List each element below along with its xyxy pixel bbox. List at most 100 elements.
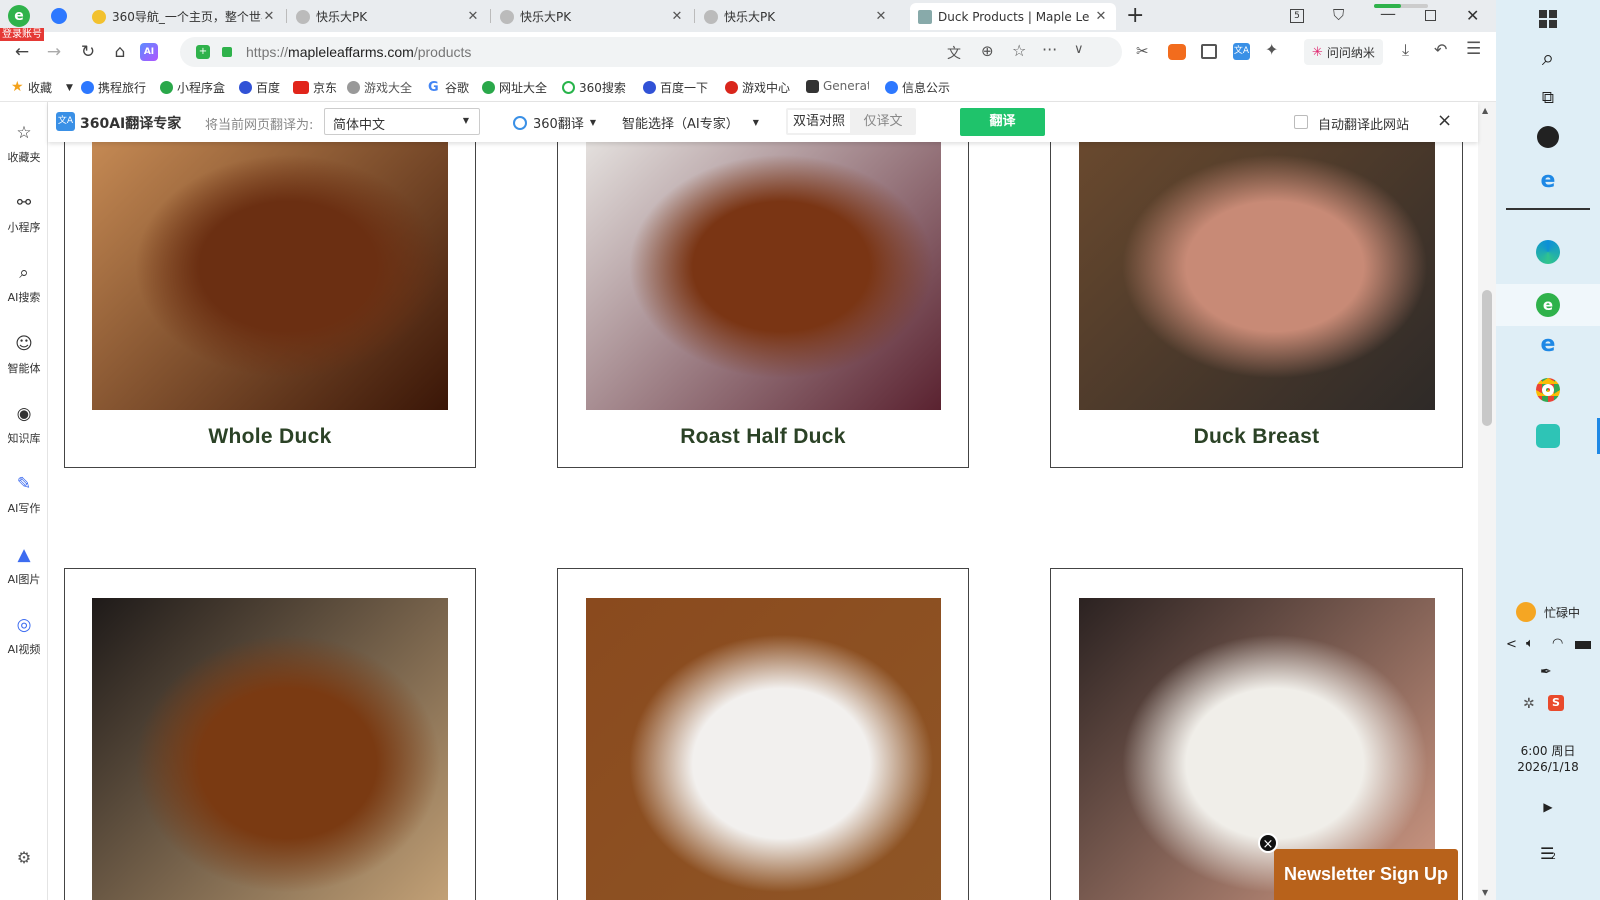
reader-icon[interactable] (1201, 44, 1217, 59)
tab-close-icon[interactable]: ✕ (670, 9, 684, 24)
vertical-scrollbar[interactable]: ▲ ▼ (1478, 102, 1496, 900)
clock-date[interactable]: 2026/1/18 (1496, 760, 1600, 774)
status-indicator[interactable]: 忙碌中 (1496, 602, 1600, 622)
ie-icon[interactable]: e (1496, 168, 1600, 193)
sidebar-item-ai-video[interactable]: ◎ AI视频 (0, 615, 48, 657)
bookmark-item[interactable]: 百度一下 (643, 79, 708, 96)
tab-close-icon[interactable]: ✕ (874, 9, 888, 24)
newsletter-signup-button[interactable]: Newsletter Sign Up (1274, 849, 1458, 900)
bookmark-item[interactable]: 百度 (239, 79, 280, 96)
login-badge[interactable]: 登录账号 (0, 28, 44, 41)
notification-icon[interactable]: ☰ 2 (1496, 844, 1600, 863)
game-icon[interactable] (1168, 44, 1186, 60)
menu-icon[interactable]: ☰ (1466, 39, 1481, 59)
sidebar-item-miniapp[interactable]: ⚯ 小程序 (0, 193, 48, 235)
ie-icon[interactable]: e (1496, 332, 1600, 357)
chevron-down-icon[interactable]: ∨ (1074, 42, 1084, 57)
lock-icon[interactable] (222, 47, 232, 57)
auto-translate-checkbox[interactable] (1294, 115, 1308, 129)
scroll-up-arrow-icon[interactable]: ▲ (1482, 106, 1488, 115)
scroll-down-arrow-icon[interactable]: ▼ (1482, 888, 1488, 897)
newsletter-close-icon[interactable]: × (1258, 833, 1278, 853)
engine-select[interactable]: 360翻译 ▼ (513, 113, 596, 132)
volume-icon[interactable]: 🔈︎ (1526, 636, 1534, 651)
app-icon[interactable] (1496, 424, 1600, 448)
sidebar-item-ai-image[interactable]: ▲ AI图片 (0, 545, 48, 587)
tab-close-icon[interactable]: ✕ (1094, 9, 1108, 24)
tab-number-icon[interactable]: 5 (1290, 9, 1304, 23)
browser-logo-icon[interactable]: e (8, 5, 30, 27)
bookmark-star-icon[interactable]: ☆ (1012, 41, 1026, 60)
browser-360-icon[interactable]: e (1496, 284, 1600, 326)
pen-icon[interactable]: ✒ (1540, 664, 1552, 680)
bookmark-item[interactable]: 小程序盒 (160, 79, 225, 96)
undo-icon[interactable]: ↶ (1434, 40, 1447, 59)
shield-icon[interactable]: + (196, 45, 210, 59)
tab-kuaile-1[interactable]: 快乐大PK ✕ (288, 3, 488, 30)
tab-kuaile-2[interactable]: 快乐大PK ✕ (492, 3, 692, 30)
new-tab-button[interactable]: + (1126, 3, 1144, 28)
home-button[interactable]: ⌂ (108, 40, 132, 64)
translate-ext-icon[interactable]: 文A (1233, 43, 1250, 60)
tab-close-icon[interactable]: ✕ (466, 9, 480, 24)
chrome-icon[interactable] (1496, 378, 1600, 402)
bookmark-item[interactable]: 游戏中心 (725, 79, 790, 96)
product-card[interactable] (557, 568, 969, 900)
forward-button[interactable]: → (42, 40, 66, 64)
bookmark-item[interactable]: 游戏大全 (347, 79, 412, 96)
bilingual-option[interactable]: 双语对照 (788, 110, 850, 133)
gear-icon[interactable]: ⚙ (0, 848, 48, 867)
close-window-button[interactable]: ✕ (1466, 6, 1479, 25)
tray-s-icon[interactable]: S (1548, 695, 1564, 711)
tab-360-nav[interactable]: 360导航_一个主页，整个世界 ✕ (84, 3, 284, 30)
shirt-icon[interactable]: ⛉ (1333, 6, 1344, 24)
restore-button[interactable] (1425, 10, 1436, 21)
play-icon[interactable]: ▶ (1496, 800, 1600, 814)
clock-time[interactable]: 6:00 周日 (1496, 742, 1600, 759)
close-icon[interactable]: × (1437, 110, 1452, 131)
start-button[interactable] (1496, 10, 1600, 28)
more-icon[interactable]: ··· (1042, 40, 1057, 59)
tab-duck-products[interactable]: Duck Products | Maple Le ✕ (910, 3, 1116, 30)
mode-select[interactable]: 智能选择（AI专家） ▼ (622, 113, 759, 132)
translate-page-icon[interactable]: 文 (947, 43, 961, 63)
address-bar[interactable]: + https://mapleleaffarms.com/products 文 … (180, 37, 1122, 67)
ai-assist-icon[interactable]: ⊕ (981, 42, 994, 60)
tab-kuaile-3[interactable]: 快乐大PK ✕ (696, 3, 896, 30)
search-icon[interactable]: ⌕ (1496, 46, 1600, 71)
chevron-left-icon[interactable]: < (1506, 637, 1517, 652)
bookmark-item[interactable]: 京东 (293, 79, 337, 96)
back-button[interactable]: ← (10, 40, 34, 64)
fan-app-icon[interactable] (1496, 126, 1600, 148)
sidebar-item-favorites[interactable]: ☆ 收藏夹 (0, 123, 48, 165)
product-card-duck-breast[interactable]: Duck Breast (1050, 142, 1463, 468)
bookmark-item[interactable]: 网址大全 (482, 79, 547, 96)
tab-search-icon[interactable] (51, 8, 67, 24)
sidebar-item-ai-writing[interactable]: ✎ AI写作 (0, 474, 48, 516)
bookmark-item[interactable]: 携程旅行 (81, 79, 146, 96)
sidebar-item-ai-search[interactable]: ⌕ AI搜索 (0, 263, 48, 305)
edge-icon[interactable] (1496, 240, 1600, 264)
product-card-roast-half-duck[interactable]: Roast Half Duck (557, 142, 969, 468)
sidebar-item-knowledge[interactable]: ◉ 知识库 (0, 404, 48, 446)
assistant-button[interactable]: ✳ 问问纳米 (1304, 39, 1383, 65)
battery-icon[interactable] (1575, 641, 1591, 649)
tray-app-icon[interactable]: ✲ (1523, 696, 1535, 712)
wifi-icon[interactable]: ◠ (1552, 636, 1563, 651)
download-icon[interactable]: ⤓ (1402, 40, 1409, 60)
bookmark-item[interactable]: G 谷歌 (428, 79, 469, 96)
bookmark-item[interactable]: Generat (806, 79, 869, 93)
bookmark-item[interactable]: 信息公示 (885, 79, 950, 96)
translation-only-option[interactable]: 仅译文 (852, 110, 914, 133)
language-select[interactable]: 简体中文 ▼ (324, 108, 480, 135)
sidebar-item-agent[interactable]: ☺ 智能体 (0, 334, 48, 376)
tab-close-icon[interactable]: ✕ (262, 9, 276, 24)
translate-button[interactable]: 翻译 (960, 108, 1045, 136)
bookmark-favorites[interactable]: ★ 收藏 ▼ (11, 79, 73, 96)
bookmark-item[interactable]: 360搜索 (562, 79, 626, 96)
scrollbar-thumb[interactable] (1482, 290, 1492, 426)
scissors-icon[interactable]: ✂ (1136, 42, 1149, 60)
product-card[interactable] (64, 568, 476, 900)
extensions-icon[interactable]: ✦ (1265, 40, 1278, 59)
product-card-whole-duck[interactable]: Whole Duck (64, 142, 476, 468)
